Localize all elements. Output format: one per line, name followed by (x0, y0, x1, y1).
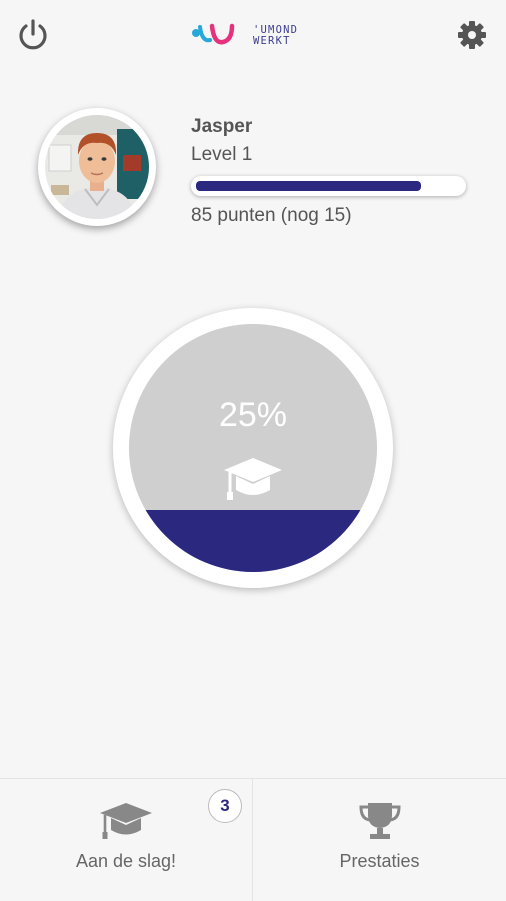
bottom-navigation: 3 Aan de slag! Prestaties (0, 778, 506, 901)
points-text: 85 punten (nog 15) (191, 205, 352, 226)
gauge-percent: 25% (218, 396, 288, 434)
nav-aan-de-slag[interactable]: 3 Aan de slag! (0, 779, 253, 901)
trophy-icon (358, 803, 401, 839)
graduation-cap-icon (224, 458, 282, 500)
notification-badge: 3 (208, 789, 242, 823)
logo-mark-icon (192, 23, 235, 45)
app-logo: 'UMOND WERKT (190, 20, 320, 52)
settings-button[interactable] (456, 18, 488, 52)
graduation-cap-icon (100, 803, 152, 839)
user-name: Jasper (191, 116, 253, 137)
level-progress-fill (196, 181, 421, 191)
level-progress-bar (191, 176, 466, 196)
top-bar: 'UMOND WERKT (0, 0, 506, 72)
gauge-inner: 25% (129, 324, 377, 572)
logo-text: 'UMOND WERKT (253, 25, 298, 47)
logo-line-2: WERKT (253, 35, 291, 47)
nav-prestaties[interactable]: Prestaties (253, 779, 506, 901)
progress-gauge[interactable]: 25% (113, 308, 393, 588)
profile-section: Jasper Level 1 85 punten (nog 15) (0, 100, 506, 250)
power-icon (19, 19, 47, 50)
user-level: Level 1 (191, 144, 253, 165)
nav-label-aan-de-slag: Aan de slag! (75, 851, 177, 871)
avatar[interactable] (38, 108, 156, 226)
gauge-fill (129, 510, 377, 572)
gear-icon (458, 21, 486, 49)
power-button[interactable] (17, 18, 49, 52)
nav-label-prestaties: Prestaties (339, 851, 420, 871)
avatar-image (45, 115, 149, 219)
